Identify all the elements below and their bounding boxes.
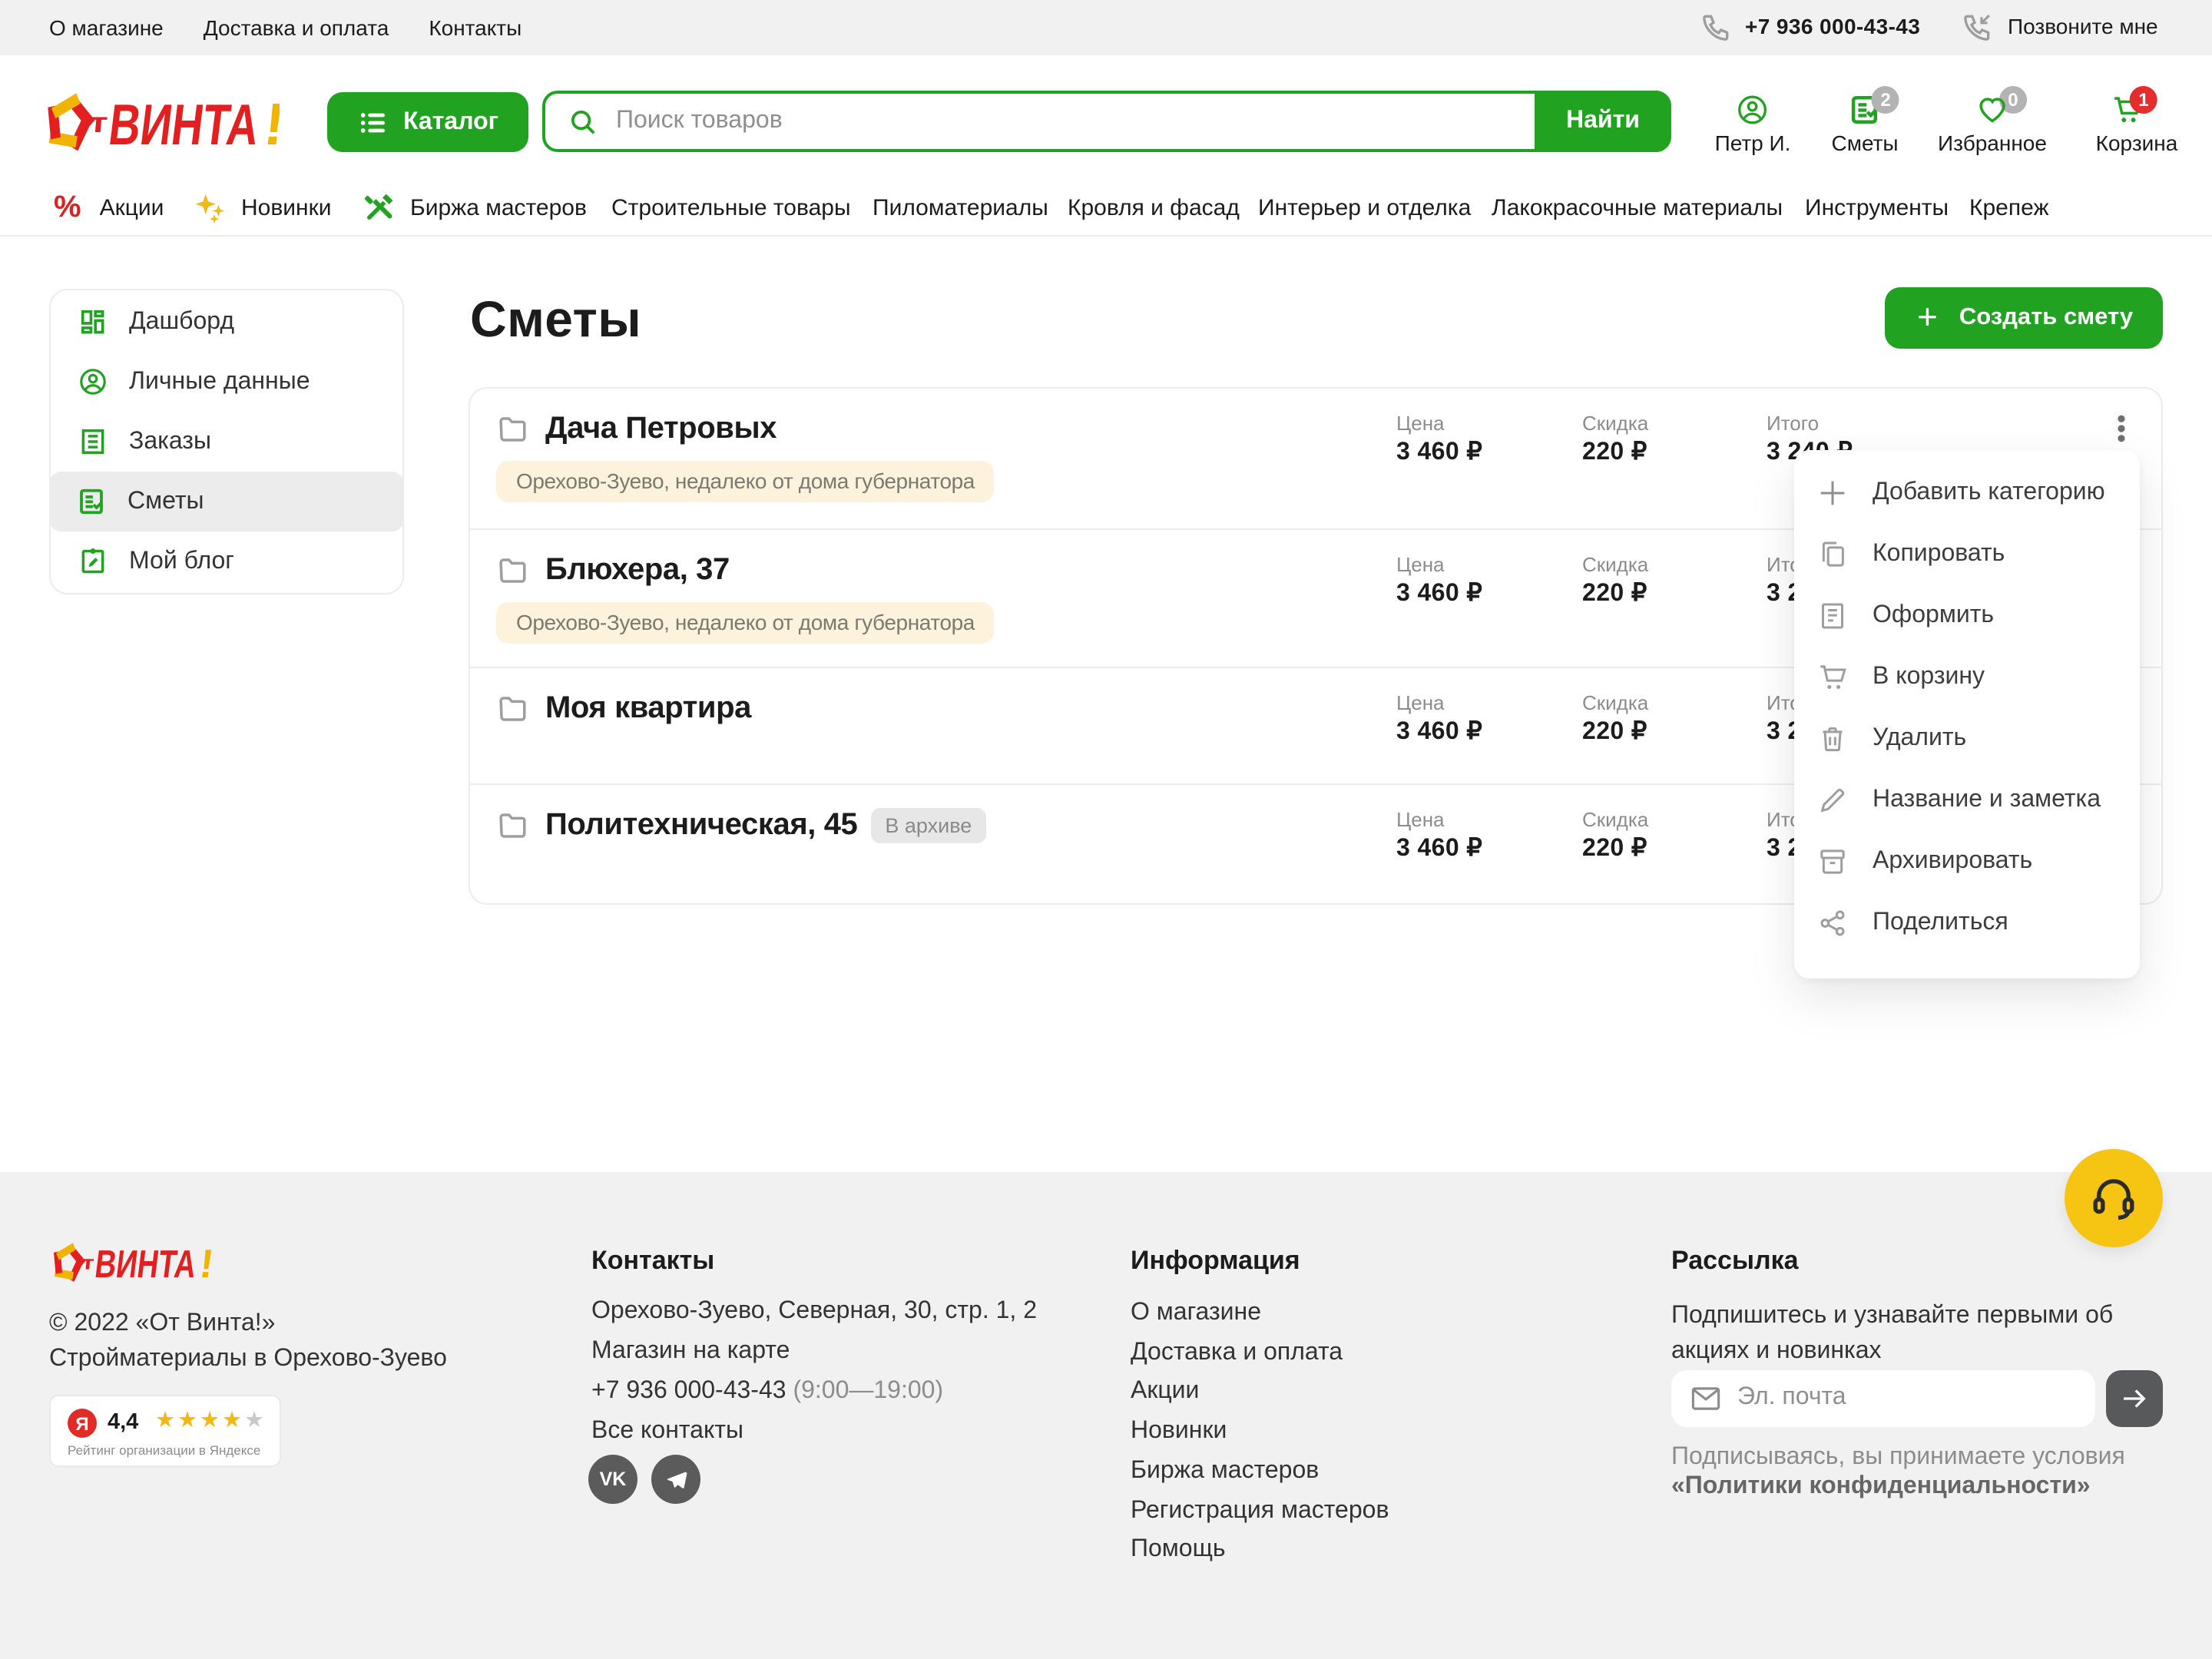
svg-text:т: т bbox=[81, 1252, 95, 1273]
svg-text:ВИНТА: ВИНТА bbox=[93, 1242, 199, 1283]
svg-text:т: т bbox=[88, 106, 110, 138]
svg-text:ВИНТА: ВИНТА bbox=[105, 92, 262, 152]
svg-text:!: ! bbox=[197, 1242, 214, 1283]
svg-text:!: ! bbox=[260, 91, 280, 152]
